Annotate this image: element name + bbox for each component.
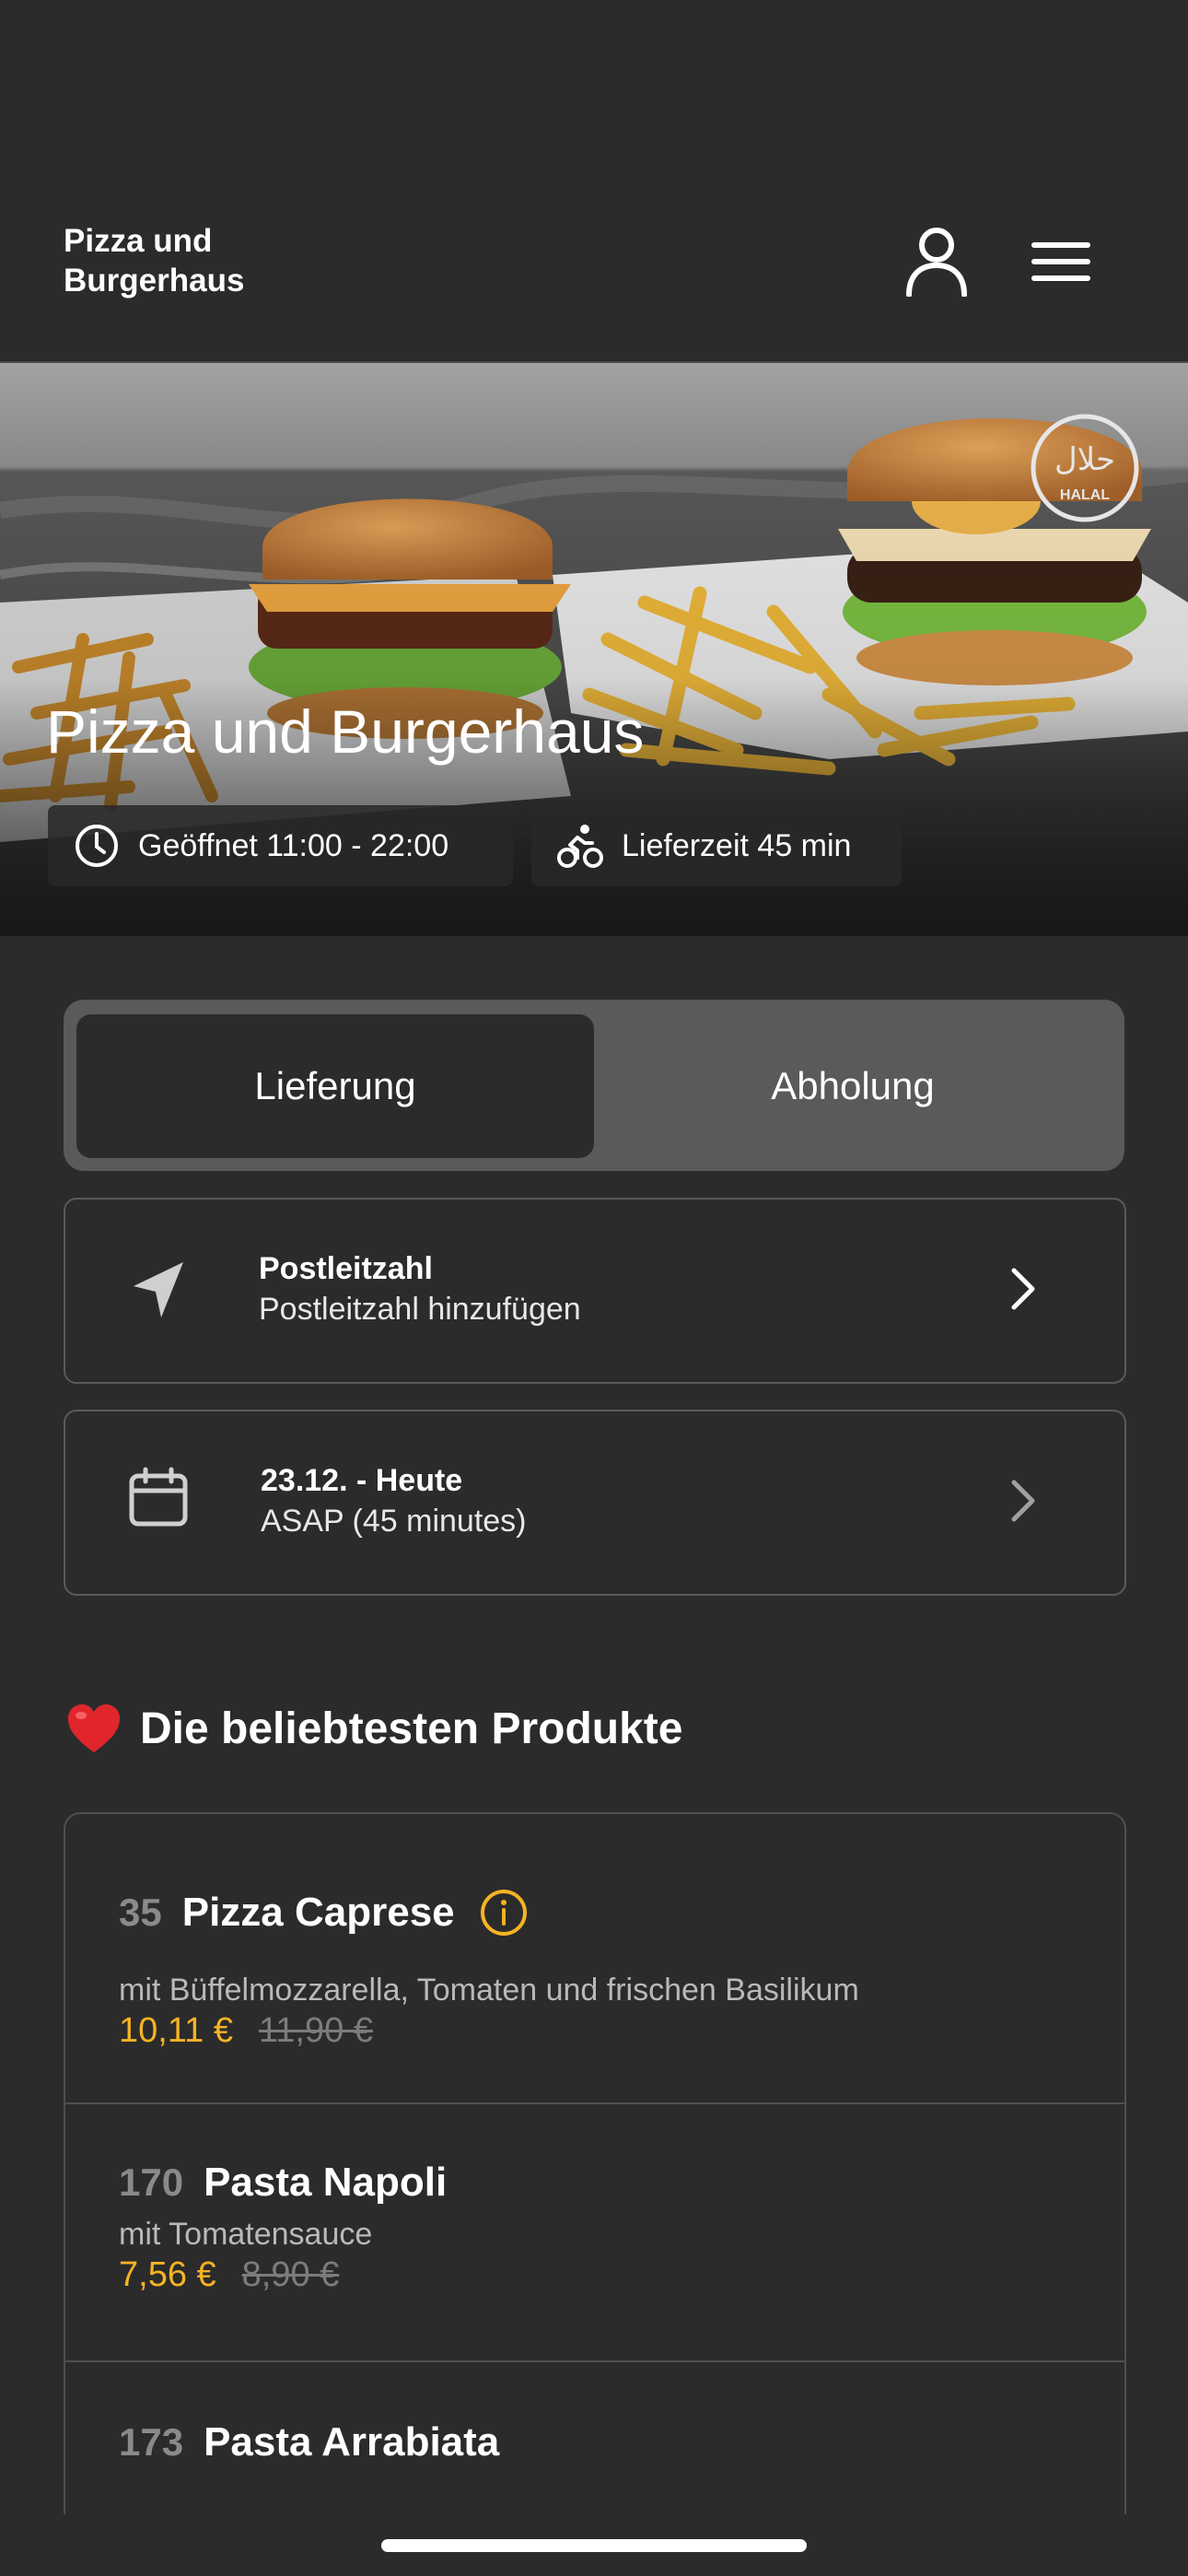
brand-line-2: Burgerhaus — [64, 263, 245, 299]
date-title: 23.12. - Heute — [261, 1463, 463, 1498]
delivery-time-badge: Lieferzeit 45 min — [531, 805, 902, 886]
cyclist-icon — [557, 825, 603, 868]
brand-name[interactable]: Pizza und Burgerhaus — [64, 221, 244, 300]
brand-line-1: Pizza und — [64, 223, 213, 259]
hero-banner: Pizza und Burgerhaus Geöffnet 11:00 - 22… — [0, 363, 1188, 936]
opening-hours-text: Geöffnet 11:00 - 22:00 — [138, 827, 449, 863]
product-name: Pasta Arrabiata — [204, 2419, 500, 2465]
product-description: mit Tomatensauce — [119, 2217, 373, 2252]
heart-icon — [68, 1704, 120, 1752]
product-old-price: 8,90 € — [241, 2255, 340, 2294]
product-description: mit Büffelmozzarella, Tomaten und frisch… — [119, 1973, 859, 2008]
halal-label: HALAL — [1060, 487, 1110, 503]
restaurant-title: Pizza und Burgerhaus — [46, 697, 645, 766]
product-old-price: 11,90 € — [258, 2011, 373, 2050]
product-name: Pizza Caprese — [181, 1890, 455, 1935]
product-item[interactable]: 170 Pasta Napoli mit Tomatensauce 7,56 €… — [65, 2102, 1124, 2362]
app-header: Pizza und Burgerhaus — [0, 0, 1188, 363]
hamburger-menu-icon[interactable] — [1031, 241, 1090, 282]
postcode-title: Postleitzahl — [259, 1251, 433, 1286]
halal-badge-icon: حلال HALAL — [1031, 414, 1139, 522]
product-number: 173 — [119, 2420, 184, 2464]
product-price: 10,11 € — [119, 2011, 233, 2050]
postcode-row[interactable]: Postleitzahl Postleitzahl hinzufügen — [64, 1198, 1126, 1384]
date-subtitle: ASAP (45 minutes) — [261, 1504, 527, 1539]
product-price: 7,56 € — [119, 2255, 216, 2294]
location-arrow-icon — [134, 1262, 183, 1317]
chevron-right-icon — [1011, 1268, 1035, 1310]
product-item[interactable]: 173 Pasta Arrabiata — [65, 2362, 1124, 2514]
toggle-pickup[interactable]: Abholung — [594, 1014, 1112, 1158]
product-number: 170 — [119, 2160, 184, 2204]
chevron-right-icon — [1011, 1480, 1035, 1522]
delivery-date-row[interactable]: 23.12. - Heute ASAP (45 minutes) — [64, 1410, 1126, 1596]
order-mode-toggle: Lieferung Abholung — [64, 1000, 1124, 1171]
user-icon[interactable] — [904, 227, 969, 297]
delivery-time-text: Lieferzeit 45 min — [622, 827, 852, 863]
halal-arabic: حلال — [1054, 441, 1115, 478]
clock-icon — [76, 825, 118, 867]
product-name: Pasta Napoli — [204, 2160, 448, 2205]
postcode-subtitle: Postleitzahl hinzufügen — [259, 1292, 581, 1327]
popular-title-text: Die beliebtesten Produkte — [140, 1704, 683, 1753]
opening-hours-badge: Geöffnet 11:00 - 22:00 — [48, 805, 513, 886]
product-number: 35 — [119, 1891, 162, 1934]
info-icon[interactable] — [479, 1888, 529, 1938]
calendar-icon — [129, 1467, 188, 1527]
popular-section-title: Die beliebtesten Produkte — [66, 1703, 682, 1754]
product-item[interactable]: 35 Pizza Caprese mit Büffelmozzarella, T… — [65, 1814, 1124, 2104]
toggle-delivery[interactable]: Lieferung — [76, 1014, 594, 1158]
popular-products-list: 35 Pizza Caprese mit Büffelmozzarella, T… — [64, 1812, 1126, 2514]
home-indicator[interactable] — [381, 2539, 807, 2552]
